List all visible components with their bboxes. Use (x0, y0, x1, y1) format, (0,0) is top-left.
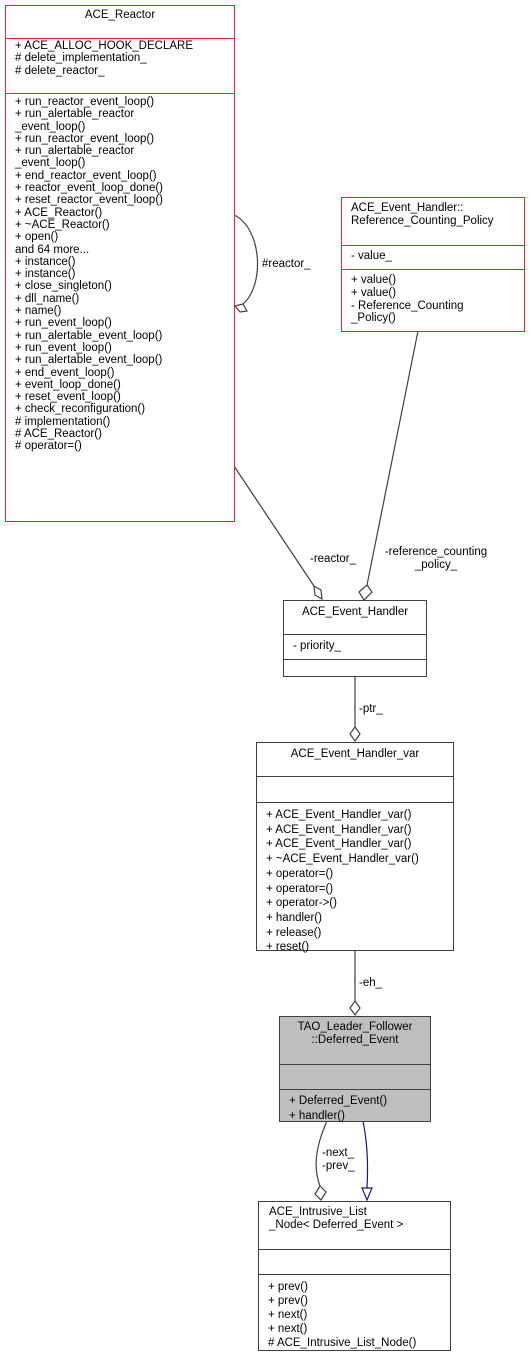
member-row: _Policy() (351, 312, 396, 325)
member-row: + reset_reactor_event_loop() (15, 194, 163, 207)
member-row: + run_alertable_event_loop() (15, 354, 163, 367)
member-row: + next() (268, 1309, 308, 1321)
member-row: # delete_reactor_ (15, 64, 105, 77)
class-name: TAO_Leader_Follower ::Deferred_Event (297, 1021, 413, 1046)
attributes-section: - priority_ (284, 634, 426, 659)
attributes-section (259, 1249, 450, 1274)
class-ace-event-handler[interactable]: ACE_Event_Handler - priority_ (283, 600, 427, 677)
attributes-section (280, 1064, 430, 1089)
methods-section: + ACE_Event_Handler_var() + ACE_Event_Han… (257, 802, 453, 957)
member-row: + run_alertable_reactor (15, 145, 135, 158)
aggregation-diamond (313, 584, 323, 601)
methods-section: + prev() + prev() + next() + next() # ACE_In… (259, 1274, 450, 1352)
member-row: # delete_implementation_ (15, 52, 147, 65)
member-row: - value_ (351, 250, 392, 262)
attributes-section (257, 776, 453, 802)
class-reference-counting-policy[interactable]: ACE_Event_Handler:: Reference_Counting_P… (341, 197, 525, 332)
member-row: + instance() (15, 268, 76, 281)
aggregation-diamond (349, 999, 361, 1017)
aggregation-diamond (358, 584, 373, 601)
member-row: + prev() (268, 1295, 308, 1307)
class-deferred-event[interactable]: TAO_Leader_Follower ::Deferred_Event + D… (279, 1016, 431, 1122)
methods-section: + run_reactor_event_loop() + run_alertabl… (6, 93, 234, 455)
edge-label-reference-counting-policy: -reference_counting _policy_ (384, 546, 488, 571)
member-row: + end_reactor_event_loop() (15, 169, 157, 182)
member-row: + reactor_event_loop_done() (15, 182, 164, 195)
methods-section: + value() + value() - Reference_Counting _P… (342, 269, 524, 327)
member-row: _event_loop() (15, 120, 86, 133)
member-row: - Reference_Counting (351, 299, 464, 312)
member-row: + check_reconfiguration() (15, 403, 146, 416)
aggregation-diamond (349, 725, 361, 743)
edge-label-eh: -eh_ (359, 977, 383, 989)
member-row: + value() (351, 274, 397, 286)
member-row: + name() (15, 305, 62, 318)
member-row: + open() (15, 231, 59, 244)
member-row: + ACE_Event_Handler_var() (266, 823, 412, 836)
member-row: # ACE_Reactor() (15, 428, 102, 441)
methods-section: + Deferred_Event() + handler() (280, 1089, 430, 1125)
class-ace-intrusive-list-node[interactable]: ACE_Intrusive_List _Node< Deferred_Event… (258, 1201, 451, 1351)
member-row: + operator=() (266, 867, 334, 880)
methods-section (284, 659, 426, 684)
member-row: + ~ACE_Event_Handler_var() (266, 853, 419, 866)
member-row: + value() (351, 286, 397, 299)
attributes-section: + ACE_ALLOC_HOOK_DECLARE # delete_impleme… (6, 38, 234, 93)
member-row: + instance() (15, 255, 76, 268)
member-row: + reset() (266, 941, 310, 954)
member-row: + run_event_loop() (15, 317, 112, 330)
member-row: + close_singleton() (15, 280, 112, 293)
member-row: + release() (266, 926, 322, 939)
edge-label-ptr: -ptr_ (359, 703, 383, 715)
edge-inheritance (362, 1120, 369, 1189)
member-row: + next() (268, 1323, 308, 1335)
edge-reactor-self-loop (233, 214, 259, 305)
member-row: + run_event_loop() (15, 341, 112, 354)
class-name: ACE_Reactor (84, 9, 156, 21)
member-row: + reset_event_loop() (15, 391, 121, 404)
member-row: + run_reactor_event_loop() (15, 96, 155, 108)
member-row: + run_alertable_event_loop() (15, 329, 163, 342)
member-row: + ACE_ALLOC_HOOK_DECLARE (15, 40, 194, 52)
member-row: + handler() (289, 1109, 345, 1122)
member-row: + ACE_Reactor() (15, 206, 103, 219)
edge-label-reactor-self: #reactor_ (262, 258, 311, 270)
member-row: + ~ACE_Reactor() (15, 218, 110, 231)
member-row: + operator->() (266, 897, 337, 910)
aggregation-diamond (233, 303, 248, 313)
member-row: + Deferred_Event() (289, 1095, 388, 1107)
edge-reactor (233, 465, 315, 587)
member-row: + operator=() (266, 882, 334, 895)
member-row: # ACE_Intrusive_List_Node() (268, 1337, 417, 1349)
edge-label-reactor: -reactor_ (310, 553, 357, 565)
member-row: # implementation() (15, 415, 111, 428)
member-row: and 64 more... (15, 243, 90, 256)
member-row: _event_loop() (15, 157, 86, 170)
member-row: + dll_name() (15, 292, 80, 305)
edge-label-next-prev: -next_ -prev_ (322, 1147, 355, 1172)
class-name: ACE_Event_Handler (301, 606, 409, 618)
member-row: + run_reactor_event_loop() (15, 132, 155, 145)
member-row: + end_event_loop() (15, 366, 115, 379)
member-row: + event_loop_done() (15, 378, 121, 391)
member-row: # operator=() (15, 440, 82, 453)
class-name: ACE_Event_Handler:: Reference_Counting_P… (351, 202, 494, 227)
member-row: - priority_ (293, 640, 341, 652)
aggregation-diamond (314, 1185, 327, 1201)
attributes-section: - value_ (342, 245, 524, 269)
class-name: ACE_Event_Handler_var (290, 748, 420, 760)
member-row: + prev() (268, 1281, 308, 1293)
class-ace-event-handler-var[interactable]: ACE_Event_Handler_var + ACE_Event_Handle… (256, 742, 454, 953)
member-row: + run_alertable_reactor (15, 108, 135, 121)
member-row: + ACE_Event_Handler_var() (266, 838, 412, 851)
member-row: + ACE_Event_Handler_var() (266, 809, 412, 821)
member-row: + handler() (266, 911, 322, 924)
class-name: ACE_Intrusive_List _Node< Deferred_Event… (269, 1206, 404, 1231)
class-ace-reactor[interactable]: ACE_Reactor + ACE_ALLOC_HOOK_DECLARE # de… (5, 5, 235, 522)
inheritance-arrow (361, 1187, 373, 1202)
